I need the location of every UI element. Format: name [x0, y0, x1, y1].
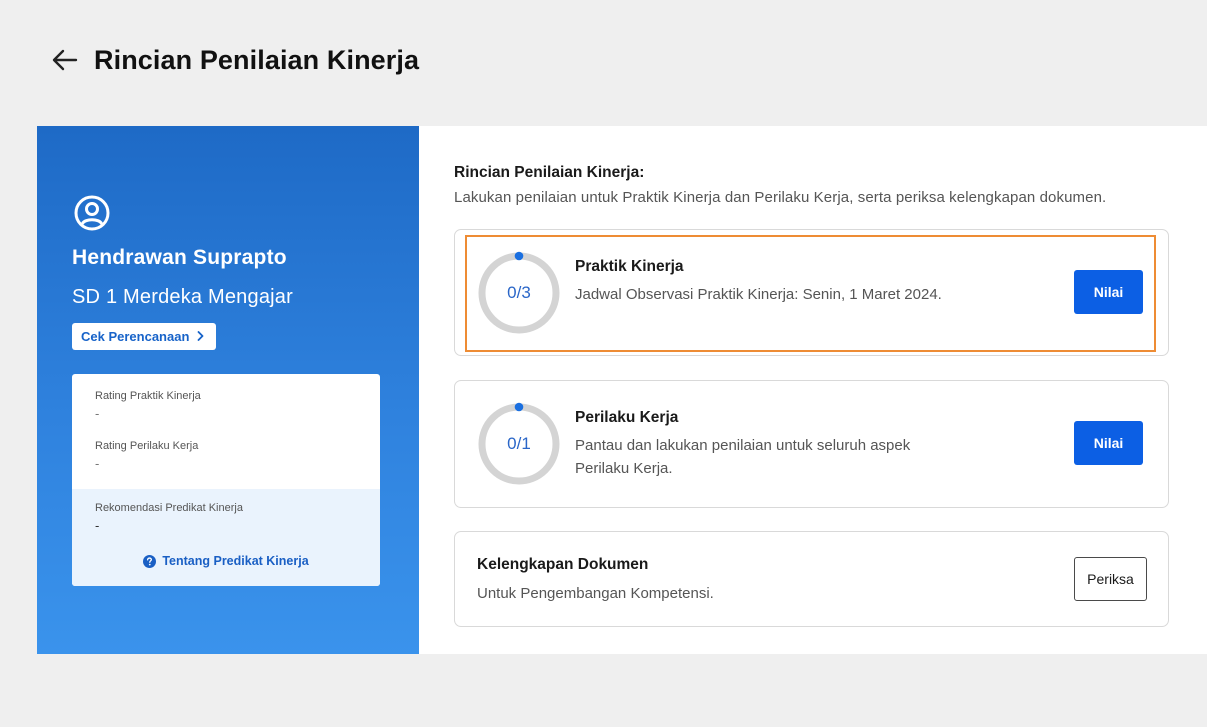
task-card-practice: 0/3 Praktik Kinerja Jadwal Observasi Pra…: [454, 229, 1169, 356]
rating-practice: Rating Praktik Kinerja -: [72, 390, 201, 421]
rating-card: Rating Praktik Kinerja - Rating Perilaku…: [72, 374, 380, 586]
grade-practice-button[interactable]: Nilai: [1074, 270, 1143, 314]
task-card-behavior: 0/1 Perilaku Kerja Pantau dan lakukan pe…: [454, 380, 1169, 508]
task-description: Pantau dan lakukan penilaian untuk selur…: [575, 437, 911, 477]
about-predicate-link[interactable]: Tentang Predikat Kinerja: [72, 554, 380, 568]
task-title: Perilaku Kerja: [575, 409, 679, 426]
main-content: Hendrawan Suprapto SD 1 Merdeka Mengajar…: [37, 126, 1207, 654]
check-documents-button[interactable]: Periksa: [1074, 557, 1147, 601]
detail-panel: Rincian Penilaian Kinerja: Lakukan penil…: [419, 126, 1207, 654]
back-button[interactable]: [50, 40, 80, 80]
section-title: Rincian Penilaian Kinerja:: [454, 164, 645, 181]
page-title: Rincian Penilaian Kinerja: [94, 44, 420, 75]
recommendation-label: Rekomendasi Predikat Kinerja: [95, 502, 243, 514]
rating-practice-value: -: [95, 406, 100, 421]
progress-label: 0/3: [507, 283, 531, 302]
page-header: Rincian Penilaian Kinerja: [50, 40, 419, 80]
help-circle-icon: [143, 554, 157, 568]
task-title: Kelengkapan Dokumen: [477, 556, 649, 573]
task-description: Untuk Pengembangan Kompetensi.: [477, 585, 714, 602]
user-name: Hendrawan Suprapto: [72, 246, 287, 269]
rating-behavior-value: -: [95, 456, 100, 471]
task-title: Praktik Kinerja: [575, 258, 684, 275]
about-predicate-label: Tentang Predikat Kinerja: [162, 554, 309, 568]
profile-panel: Hendrawan Suprapto SD 1 Merdeka Mengajar…: [37, 126, 419, 654]
chevron-right-icon: [197, 329, 204, 344]
rating-behavior-label: Rating Perilaku Kerja: [95, 440, 199, 452]
progress-label: 0/1: [507, 434, 531, 453]
task-card-documents: Kelengkapan Dokumen Untuk Pengembangan K…: [454, 531, 1169, 627]
arrow-left-icon: [52, 49, 78, 71]
user-circle-icon: [74, 195, 110, 231]
rating-practice-label: Rating Praktik Kinerja: [95, 390, 201, 402]
grade-behavior-button[interactable]: Nilai: [1074, 421, 1143, 465]
recommendation-row: Rekomendasi Predikat Kinerja -: [72, 502, 243, 533]
recommendation-box: Rekomendasi Predikat Kinerja - Tentang P…: [72, 489, 380, 586]
task-description: Jadwal Observasi Praktik Kinerja: Senin,…: [575, 286, 942, 303]
check-plan-button[interactable]: Cek Perencanaan: [72, 323, 217, 350]
recommendation-value: -: [95, 518, 100, 533]
school-name: SD 1 Merdeka Mengajar: [72, 286, 293, 308]
check-plan-label: Cek Perencanaan: [81, 329, 190, 344]
section-subtitle: Lakukan penilaian untuk Praktik Kinerja …: [454, 189, 1107, 206]
rating-behavior: Rating Perilaku Kerja -: [72, 440, 198, 471]
